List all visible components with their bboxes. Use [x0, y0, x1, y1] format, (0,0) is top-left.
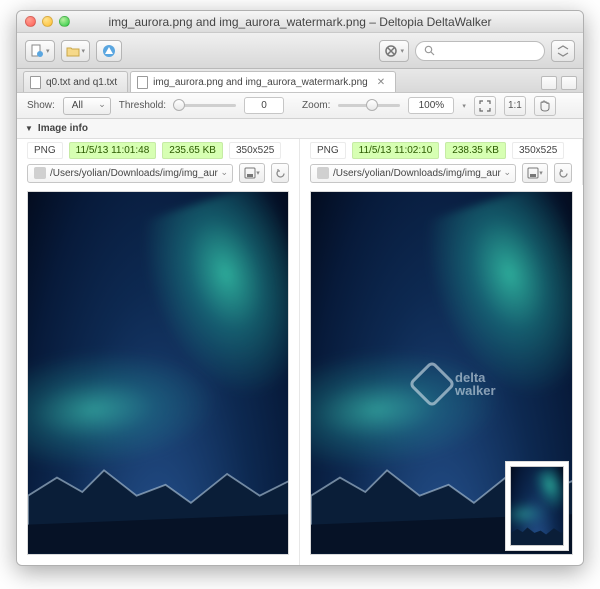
threshold-slider[interactable] [174, 104, 236, 107]
file-icon [30, 76, 41, 89]
actual-size-button[interactable]: 1:1 [504, 96, 526, 116]
filesize-badge: 235.65 KB [162, 142, 223, 159]
page-icon [30, 44, 44, 58]
new-compare-button[interactable]: ▾ [25, 40, 55, 62]
tab-inactive[interactable]: q0.txt and q1.txt [23, 71, 128, 92]
folder-icon [66, 44, 80, 58]
maximize-editor-button[interactable] [561, 76, 577, 90]
zoom-window-button[interactable] [59, 16, 70, 27]
search-icon [424, 45, 435, 56]
disk-icon [527, 167, 539, 179]
traffic-lights [25, 16, 70, 27]
path-text: /Users/yolian/Downloads/img/img_aur [333, 168, 501, 179]
gear-cross-icon [384, 44, 398, 58]
threshold-value[interactable]: 0 [244, 97, 284, 114]
navigator-thumbnail[interactable] [505, 461, 569, 551]
right-metadata: PNG 11/5/13 11:02:10 238.35 KB 350x525 [300, 139, 583, 161]
path-row: /Users/yolian/Downloads/img/img_aur ▾ /U… [17, 161, 583, 185]
app-window: img_aurora.png and img_aurora_watermark.… [16, 10, 584, 566]
reload-icon [558, 168, 569, 179]
zoom-label: Zoom: [302, 100, 330, 111]
expand-button[interactable] [551, 40, 575, 62]
left-reload-button[interactable] [271, 163, 289, 183]
watermark-logo-icon [408, 359, 456, 407]
image-info-header[interactable]: ▼ Image info [17, 119, 583, 139]
pan-tool-button[interactable] [534, 96, 556, 116]
open-button[interactable]: ▾ [61, 40, 91, 62]
slider-knob[interactable] [173, 99, 185, 111]
right-save-button[interactable]: ▾ [522, 163, 548, 183]
delta-icon [102, 44, 116, 58]
zoom-value[interactable]: 100% [408, 97, 454, 114]
app-logo-button[interactable] [96, 40, 122, 62]
left-image [27, 191, 289, 555]
search-input[interactable] [415, 41, 545, 61]
view-controls: Show: All Threshold: 0 Zoom: 100% ▾ 1:1 [17, 93, 583, 119]
tab-label: q0.txt and q1.txt [46, 77, 117, 88]
info-header-label: Image info [38, 123, 88, 134]
filesize-badge: 238.35 KB [445, 142, 506, 159]
expand-icon [556, 44, 570, 58]
left-path-select[interactable]: /Users/yolian/Downloads/img/img_aur [27, 164, 233, 183]
dimensions-badge: 350x525 [512, 142, 564, 159]
disk-icon [244, 167, 256, 179]
main-toolbar: ▾ ▾ ▾ [17, 33, 583, 69]
tab-label: img_aurora.png and img_aurora_watermark.… [153, 77, 368, 88]
settings-button[interactable]: ▾ [379, 40, 409, 62]
show-select[interactable]: All [63, 97, 111, 115]
dimensions-badge: 350x525 [229, 142, 281, 159]
fit-to-window-button[interactable] [474, 96, 496, 116]
tab-bar: q0.txt and q1.txt img_aurora.png and img… [17, 69, 583, 93]
timestamp-badge: 11/5/13 11:01:48 [69, 142, 157, 159]
file-icon [34, 167, 46, 179]
reload-icon [275, 168, 286, 179]
timestamp-badge: 11/5/13 11:02:10 [352, 142, 440, 159]
threshold-label: Threshold: [119, 100, 166, 111]
watermark: deltawalker [415, 359, 525, 409]
metadata-row: PNG 11/5/13 11:01:48 235.65 KB 350x525 P… [17, 139, 583, 161]
minimize-window-button[interactable] [42, 16, 53, 27]
slider-knob[interactable] [366, 99, 378, 111]
image-comparison-row: deltawalker [17, 185, 583, 565]
format-badge: PNG [27, 142, 63, 159]
right-path-select[interactable]: /Users/yolian/Downloads/img/img_aur [310, 164, 516, 183]
left-save-button[interactable]: ▾ [239, 163, 265, 183]
content-area: Show: All Threshold: 0 Zoom: 100% ▾ 1:1 … [17, 93, 583, 565]
zoom-slider[interactable] [338, 104, 400, 107]
show-label: Show: [27, 100, 55, 111]
close-window-button[interactable] [25, 16, 36, 27]
left-metadata: PNG 11/5/13 11:01:48 235.65 KB 350x525 [17, 139, 300, 161]
hand-icon [538, 99, 551, 112]
file-icon [137, 76, 148, 89]
minimize-editor-button[interactable] [541, 76, 557, 90]
left-image-pane[interactable] [17, 185, 300, 565]
disclosure-triangle-icon: ▼ [25, 124, 33, 133]
format-badge: PNG [310, 142, 346, 159]
titlebar: img_aurora.png and img_aurora_watermark.… [17, 11, 583, 33]
tab-active[interactable]: img_aurora.png and img_aurora_watermark.… [130, 71, 396, 92]
close-tab-icon[interactable]: ✕ [377, 77, 385, 88]
right-reload-button[interactable] [554, 163, 572, 183]
fit-icon [479, 100, 491, 112]
window-title: img_aurora.png and img_aurora_watermark.… [17, 15, 583, 29]
path-text: /Users/yolian/Downloads/img/img_aur [50, 168, 218, 179]
file-icon [317, 167, 329, 179]
